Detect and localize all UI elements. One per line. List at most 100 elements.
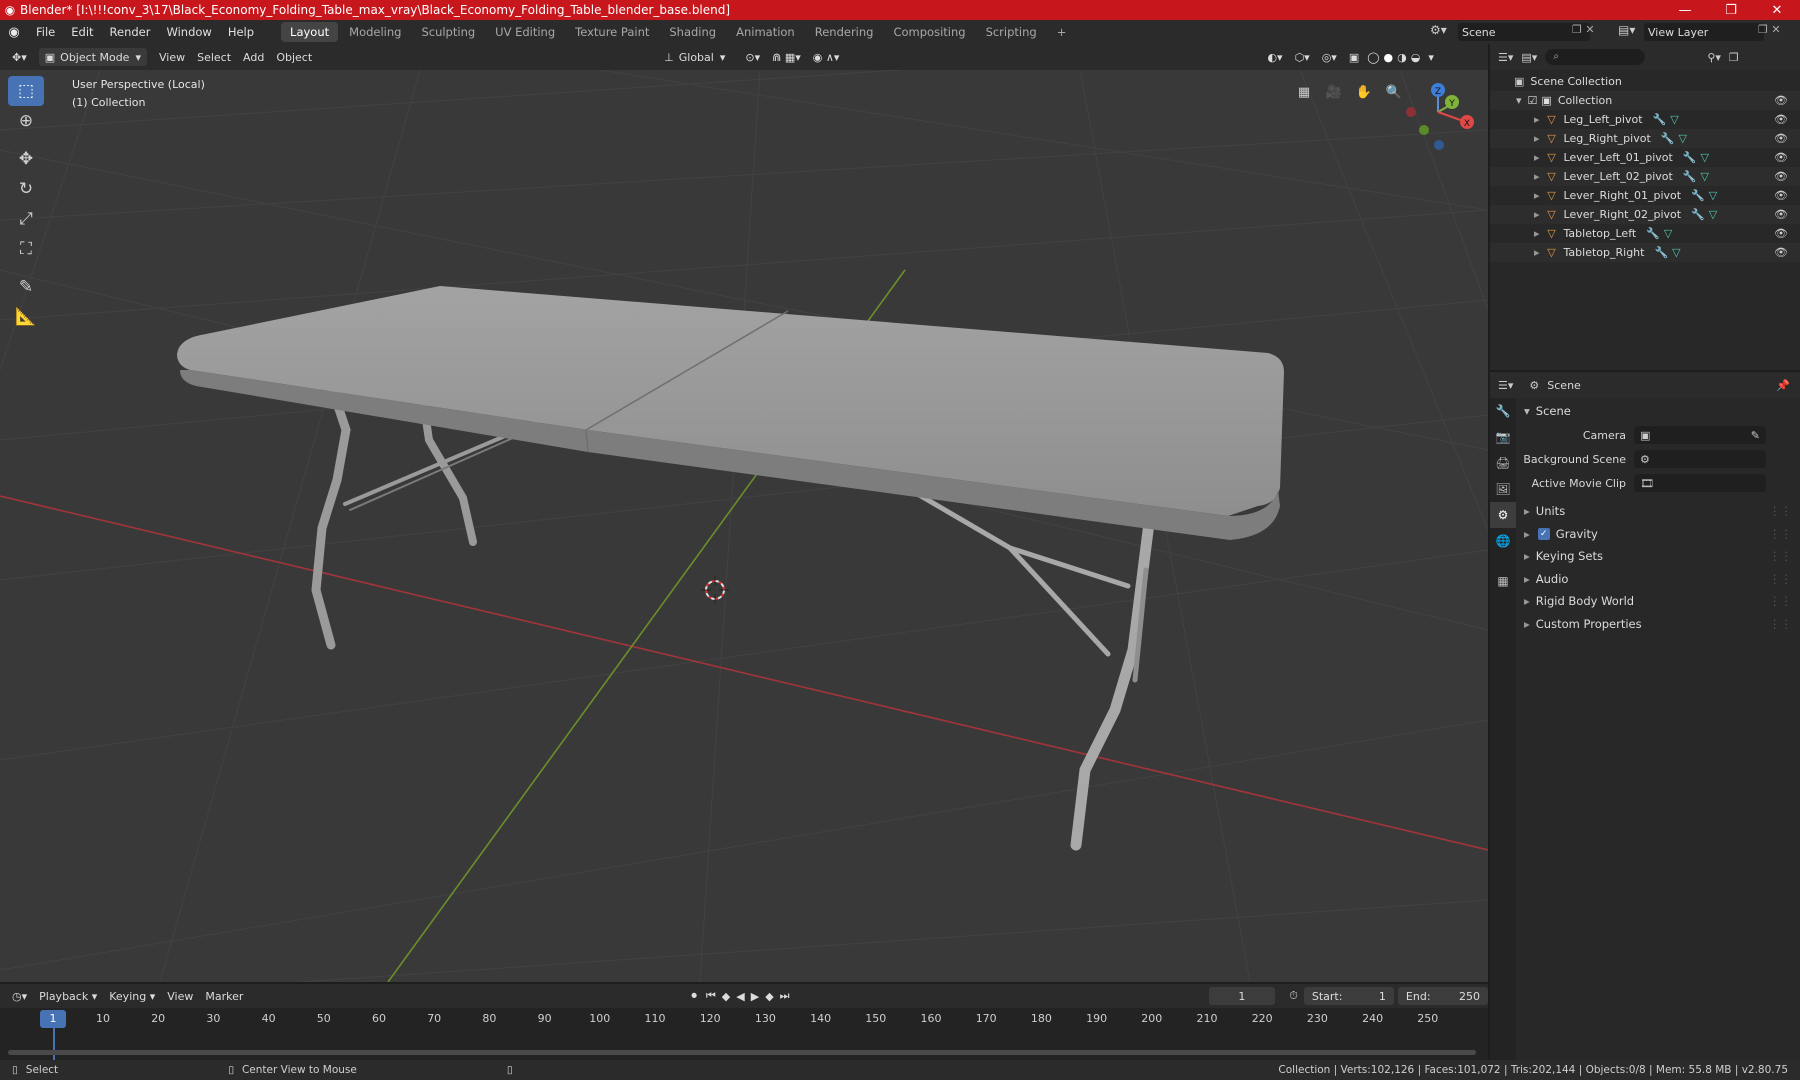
view-layer-new-icon[interactable]: ❐ ✕ [1758, 23, 1781, 36]
scene-section-header[interactable]: ▾ Scene [1516, 400, 1800, 422]
shading-options-icon[interactable]: ▾ [1422, 48, 1440, 66]
end-frame-field[interactable]: End: 250 [1397, 987, 1488, 1005]
visibility-icon[interactable]: ◐▾ [1261, 48, 1288, 66]
tab-compositing[interactable]: Compositing [884, 22, 974, 42]
editor-type-icon[interactable]: ✥▾ [6, 48, 33, 66]
eye-icon[interactable]: 👁 [1774, 151, 1788, 164]
cursor-tool-icon[interactable]: ⊕ [8, 106, 44, 136]
eyedropper-icon[interactable]: ✎ [1751, 429, 1760, 442]
measure-tool-icon[interactable]: 📐 [8, 302, 44, 332]
next-keyframe-icon[interactable]: ◆ [762, 987, 776, 1005]
menu-render[interactable]: Render [102, 20, 159, 44]
tab-texture-paint[interactable]: Texture Paint [566, 22, 658, 42]
expand-arrow-icon[interactable]: ▾ [1516, 94, 1522, 107]
tab-rendering[interactable]: Rendering [806, 22, 883, 42]
tab-shading[interactable]: Shading [660, 22, 725, 42]
stopwatch-icon[interactable]: ⏱ [1289, 989, 1298, 1003]
scene-type-icon[interactable]: ⚙▾ [1430, 23, 1447, 37]
menu-marker[interactable]: Marker [199, 987, 249, 1005]
scene-selector[interactable]: Scene [1458, 23, 1590, 41]
snap-icon[interactable]: ⋒ ▦▾ [766, 48, 807, 66]
current-frame-field[interactable]: 1 [1208, 987, 1276, 1005]
proportional-edit-icon[interactable]: ◉ ∧▾ [807, 48, 846, 66]
panel-rigid-body-world[interactable]: ▸ Rigid Body World ⋮⋮ [1516, 590, 1800, 612]
drag-handle-icon[interactable]: ⋮⋮ [1769, 527, 1792, 541]
mesh-icon[interactable]: ▽ [1672, 246, 1680, 259]
menu-help[interactable]: Help [220, 20, 262, 44]
scene-tab-icon[interactable]: ⚙ [1490, 502, 1516, 528]
expand-arrow-icon[interactable]: ▸ [1534, 227, 1540, 240]
panel-audio[interactable]: ▸ Audio ⋮⋮ [1516, 568, 1800, 590]
transform-tool-icon[interactable]: ⛶ [8, 234, 44, 264]
shading-wireframe-icon[interactable]: ◯ [1365, 48, 1381, 66]
drag-handle-icon[interactable]: ⋮⋮ [1769, 594, 1792, 608]
eye-icon[interactable]: 👁 [1774, 246, 1788, 259]
expand-arrow-icon[interactable]: ▸ [1534, 208, 1540, 221]
xray-toggle-icon[interactable]: ▣ [1343, 48, 1365, 66]
pivot-icon[interactable]: ⊙▾ [739, 48, 766, 66]
mesh-icon[interactable]: ▽ [1664, 227, 1672, 240]
expand-arrow-icon[interactable]: ▸ [1534, 246, 1540, 259]
shading-rendered-icon[interactable]: ◒ [1409, 48, 1423, 66]
drag-handle-icon[interactable]: ⋮⋮ [1769, 572, 1792, 586]
eye-icon[interactable]: 👁 [1774, 170, 1788, 183]
new-collection-icon[interactable]: ❐ [1729, 51, 1739, 64]
timeline-editor-icon[interactable]: ◷▾ [6, 987, 33, 1005]
timeline-scrollbar[interactable] [8, 1050, 1476, 1055]
eye-icon[interactable]: 👁 [1774, 94, 1788, 107]
shading-material-icon[interactable]: ◑ [1395, 48, 1409, 66]
collection-checkbox-icon[interactable]: ☑ [1528, 94, 1538, 107]
wrench-icon[interactable]: 🔧 [1683, 170, 1697, 183]
outliner-search-input[interactable]: ⌕ [1545, 49, 1646, 65]
menu-object[interactable]: Object [270, 48, 318, 66]
outliner-object-row[interactable]: ▸ ▽ Lever_Left_01_pivot 🔧 ▽ 👁 [1490, 148, 1800, 167]
expand-arrow-icon[interactable]: ▸ [1534, 132, 1540, 145]
mesh-icon[interactable]: ▽ [1709, 189, 1717, 202]
gizmo-toggle-icon[interactable]: ⬡▾ [1289, 48, 1316, 66]
menu-file[interactable]: File [28, 20, 63, 44]
menu-keying[interactable]: Keying ▾ [103, 987, 161, 1005]
panel-gravity[interactable]: ▸ ✓ Gravity ⋮⋮ [1516, 523, 1800, 545]
outliner-object-row[interactable]: ▸ ▽ Lever_Right_01_pivot 🔧 ▽ 👁 [1490, 186, 1800, 205]
tab-animation[interactable]: Animation [727, 22, 804, 42]
tab-sculpting[interactable]: Sculpting [412, 22, 484, 42]
menu-playback[interactable]: Playback ▾ [33, 987, 103, 1005]
prev-keyframe-icon[interactable]: ◆ [719, 987, 733, 1005]
transform-orientation[interactable]: ⊥ Global ▾ [658, 48, 731, 66]
mode-selector[interactable]: ▣ Object Mode ▾ [38, 48, 147, 66]
play-reverse-icon[interactable]: ◀ [733, 987, 747, 1005]
panel-custom-properties[interactable]: ▸ Custom Properties ⋮⋮ [1516, 613, 1800, 635]
drag-handle-icon[interactable]: ⋮⋮ [1769, 504, 1792, 518]
outliner-collection[interactable]: ▾ ☑ ▣ Collection 👁 [1490, 91, 1800, 110]
record-icon[interactable]: ⏺ [685, 987, 703, 1005]
outliner-object-row[interactable]: ▸ ▽ Tabletop_Right 🔧 ▽ 👁 [1490, 243, 1800, 262]
wrench-icon[interactable]: 🔧 [1653, 113, 1667, 126]
expand-arrow-icon[interactable]: ▸ [1534, 189, 1540, 202]
mesh-icon[interactable]: ▽ [1678, 132, 1686, 145]
output-tab-icon[interactable]: 🖨 [1490, 450, 1516, 476]
wrench-icon[interactable]: 🔧 [1654, 246, 1668, 259]
gravity-checkbox[interactable]: ✓ [1537, 527, 1550, 540]
pin-icon[interactable]: 📌 [1776, 379, 1790, 392]
properties-editor-icon[interactable]: ☰▾ [1498, 379, 1513, 392]
play-icon[interactable]: ▶ [748, 987, 762, 1005]
mesh-icon[interactable]: ▽ [1701, 151, 1709, 164]
outliner-object-row[interactable]: ▸ ▽ Leg_Left_pivot 🔧 ▽ 👁 [1490, 110, 1800, 129]
tab-modeling[interactable]: Modeling [340, 22, 410, 42]
maximize-button[interactable]: ❐ [1708, 3, 1754, 18]
start-frame-field[interactable]: Start: 1 [1303, 987, 1394, 1005]
wrench-icon[interactable]: 🔧 [1683, 151, 1697, 164]
scene-new-icon[interactable]: ❐ ✕ [1572, 23, 1595, 36]
display-mode-icon[interactable]: ▤▾ [1521, 51, 1537, 64]
jump-start-icon[interactable]: ⏮ [703, 987, 719, 1005]
minimize-button[interactable]: — [1662, 3, 1708, 18]
annotate-tool-icon[interactable]: ✎ [8, 272, 44, 302]
eye-icon[interactable]: 👁 [1774, 113, 1788, 126]
drag-handle-icon[interactable]: ⋮⋮ [1769, 549, 1792, 563]
wrench-icon[interactable]: 🔧 [1661, 132, 1675, 145]
tab-layout[interactable]: Layout [281, 22, 339, 42]
outliner-scene-collection[interactable]: ▣ Scene Collection [1490, 72, 1800, 91]
wrench-icon[interactable]: 🔧 [1646, 227, 1660, 240]
pan-hand-icon[interactable]: ✋ [1352, 80, 1376, 104]
drag-handle-icon[interactable]: ⋮⋮ [1769, 617, 1792, 631]
